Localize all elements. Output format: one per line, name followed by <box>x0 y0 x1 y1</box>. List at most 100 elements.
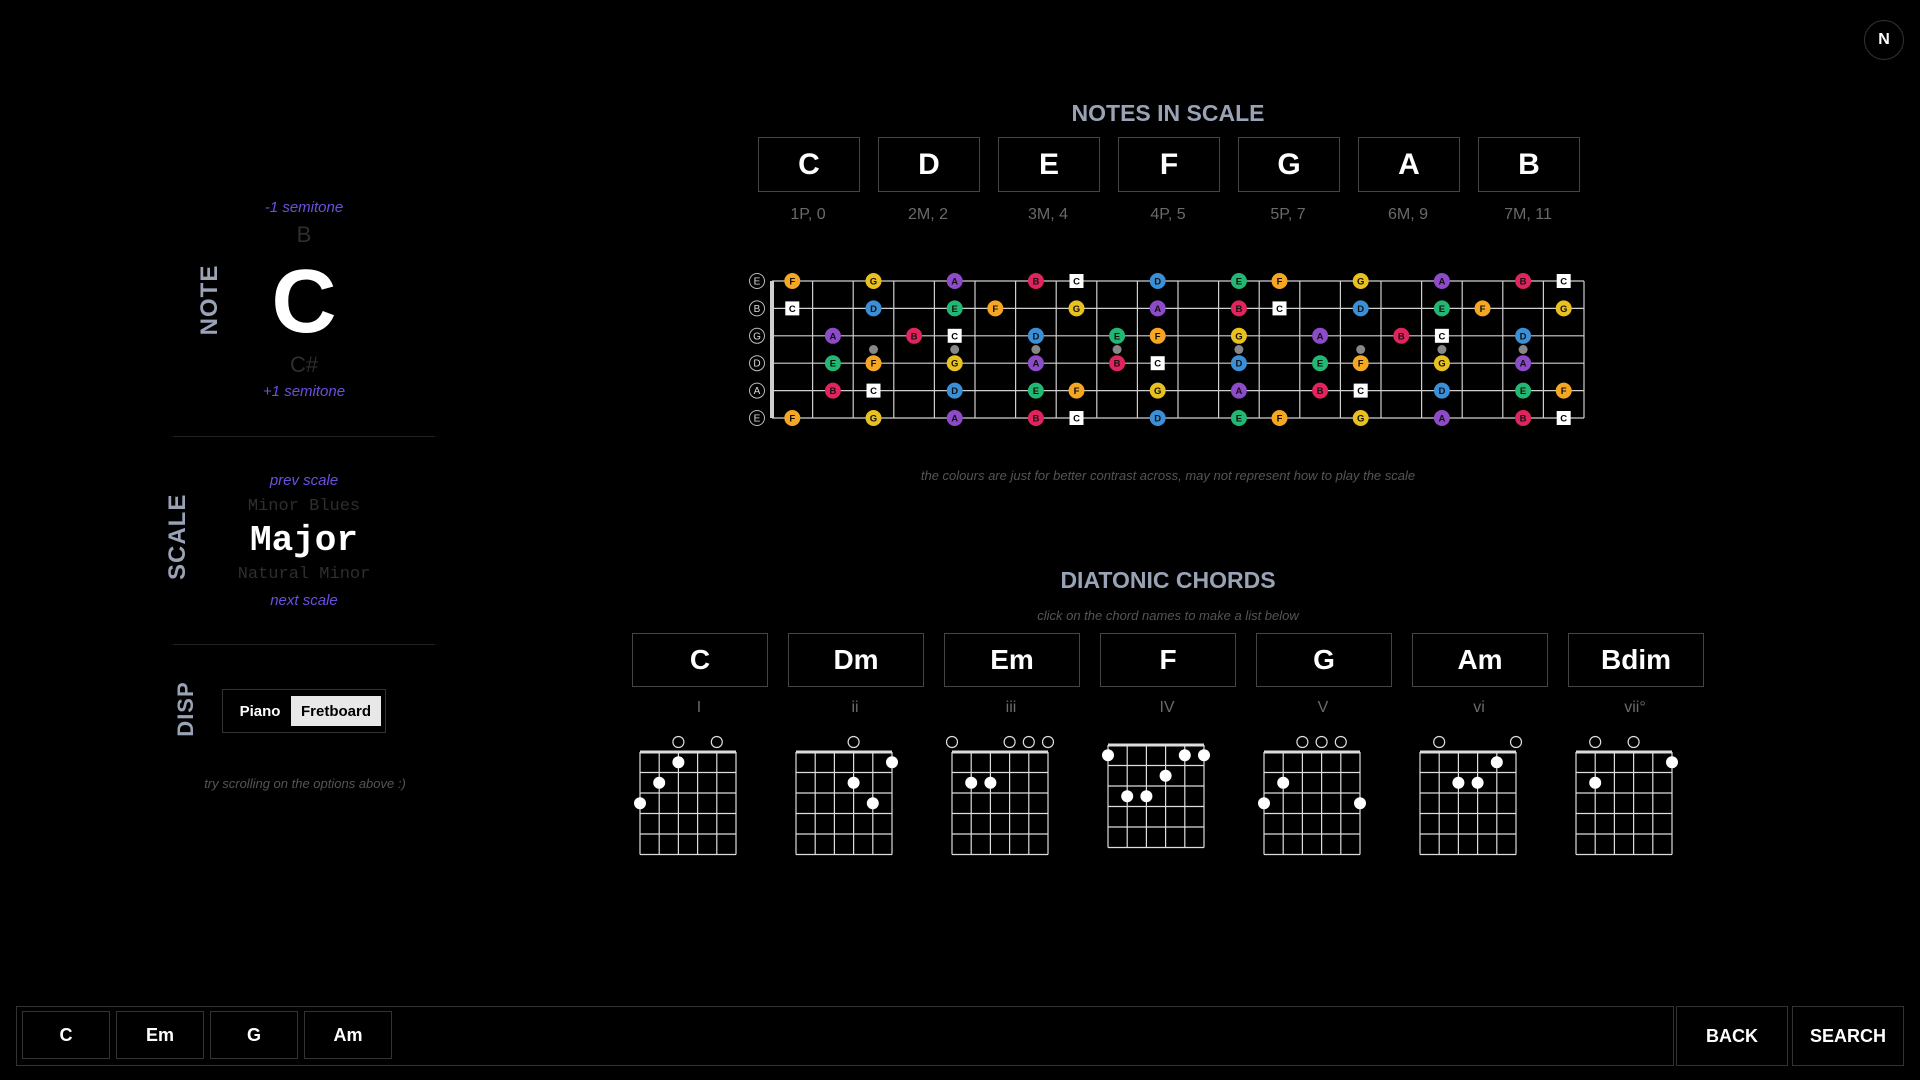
open-string-marker <box>1041 735 1055 749</box>
fretboard-note-label: F <box>871 359 877 370</box>
fretboard-note-label: D <box>1438 386 1445 397</box>
finger-dot <box>653 776 666 789</box>
fretboard-note-label: A <box>1235 386 1242 397</box>
fretboard-note-label: C <box>870 386 877 397</box>
note-prev-value[interactable]: B <box>272 222 336 248</box>
finger-dot <box>1490 756 1503 769</box>
chord-name-button[interactable]: C <box>632 633 768 687</box>
fretboard-note-label: A <box>951 277 958 288</box>
chord-list-item[interactable]: Am <box>304 1011 392 1059</box>
fretboard-note-label: D <box>1520 331 1527 342</box>
scale-current-value[interactable]: Major <box>204 520 404 561</box>
scale-note: C <box>758 137 860 192</box>
open-string-marker <box>1627 735 1640 749</box>
string-name: A <box>754 386 761 397</box>
fretboard-note-label: G <box>1438 359 1445 370</box>
chord-name-button[interactable]: F <box>1100 633 1236 687</box>
chord-list-item[interactable]: Em <box>116 1011 204 1059</box>
fretboard-note-label: C <box>1154 359 1161 370</box>
fretboard-note-label: C <box>1073 414 1080 425</box>
section-divider <box>173 436 435 437</box>
fretboard-note-label: A <box>1154 304 1161 315</box>
fretboard-option[interactable]: Fretboard <box>291 696 381 726</box>
fretboard-note-label: A <box>1520 359 1527 370</box>
chord-name-button[interactable]: Am <box>1412 633 1548 687</box>
scale-note: B <box>1478 137 1580 192</box>
chord-name-button[interactable]: Em <box>944 633 1080 687</box>
fretboard-note-label: F <box>1277 277 1283 288</box>
fret-inlay <box>1031 345 1041 354</box>
fretboard-colour-note: the colours are just for better contrast… <box>920 468 1416 483</box>
finger-dot <box>1277 776 1290 789</box>
scale-note: G <box>1238 137 1340 192</box>
scale-next-hint[interactable]: next scale <box>224 592 384 609</box>
chord-list-item[interactable]: G <box>210 1011 298 1059</box>
user-avatar[interactable]: N <box>1864 20 1904 60</box>
finger-dot <box>984 776 997 789</box>
fretboard-note-label: A <box>1438 414 1445 425</box>
note-interval: 6M, 9 <box>1387 206 1428 223</box>
chord-diagram <box>1258 735 1366 856</box>
finger-dot <box>634 797 646 810</box>
fretboard-note-label: A <box>1032 359 1039 370</box>
fretboard-note-label: C <box>1438 331 1445 342</box>
chord-diagram <box>1102 743 1210 849</box>
search-button[interactable]: SEARCH <box>1792 1006 1904 1066</box>
chord-roman-numeral: vi <box>1473 699 1485 716</box>
chord-diagram <box>1575 735 1678 856</box>
fretboard-note-label: E <box>1439 304 1445 315</box>
fretboard-note-label: E <box>1033 386 1039 397</box>
finger-dot <box>1354 797 1366 810</box>
fret-inlay <box>950 345 960 354</box>
chord-diagram <box>795 735 898 856</box>
open-string-marker <box>847 735 860 749</box>
fretboard-note-label: G <box>1357 277 1364 288</box>
note-next-value[interactable]: C# <box>262 352 346 378</box>
fretboard-note-label: A <box>829 331 836 342</box>
fret-inlay <box>1437 345 1447 354</box>
fretboard-note-label: B <box>1317 386 1324 397</box>
scale-section-label: SCALE <box>164 493 191 580</box>
fretboard-note-label: E <box>1236 277 1242 288</box>
string-name: E <box>754 277 761 288</box>
scale-next-value[interactable]: Natural Minor <box>214 565 394 584</box>
fretboard-note-label: E <box>1317 359 1323 370</box>
note-prev-hint[interactable]: -1 semitone <box>232 199 376 216</box>
chord-name-button[interactable]: Bdim <box>1568 633 1704 687</box>
string-name: E <box>754 414 761 425</box>
notes-in-scale-title: NOTES IN SCALE <box>1071 100 1265 126</box>
fretboard-note-label: F <box>1561 386 1567 397</box>
finger-dot <box>1140 790 1153 803</box>
chord-name-button[interactable]: Dm <box>788 633 924 687</box>
chord-roman-numeral: IV <box>1159 699 1175 716</box>
scale-prev-hint[interactable]: prev scale <box>224 472 384 489</box>
fretboard-note-label: F <box>992 304 998 315</box>
fretboard-note-label: F <box>789 277 795 288</box>
fretboard-note-label: B <box>1235 304 1242 315</box>
note-interval: 5P, 7 <box>1270 206 1306 223</box>
fretboard-note-label: F <box>1358 359 1364 370</box>
fretboard-note-label: E <box>830 359 836 370</box>
finger-dot <box>866 797 879 810</box>
note-interval: 7M, 11 <box>1504 206 1552 223</box>
note-next-hint[interactable]: +1 semitone <box>232 383 376 400</box>
chords-hint: click on the chord names to make a list … <box>1037 608 1299 623</box>
chord-diagram <box>1419 735 1523 856</box>
note-interval: 1P, 0 <box>790 206 826 223</box>
fretboard-note-label: B <box>1398 331 1405 342</box>
section-divider <box>173 644 435 645</box>
open-string-marker <box>945 735 959 749</box>
fretboard-note-label: D <box>1235 359 1242 370</box>
chord-list-item[interactable]: C <box>22 1011 110 1059</box>
finger-dot <box>1452 776 1465 789</box>
open-string-marker <box>672 735 685 749</box>
scale-prev-value[interactable]: Minor Blues <box>214 497 394 516</box>
open-string-marker <box>1022 735 1035 749</box>
open-string-marker <box>1509 735 1523 749</box>
chord-name-button[interactable]: G <box>1256 633 1392 687</box>
note-current-value[interactable]: C <box>244 252 364 352</box>
chord-diagram <box>634 735 737 856</box>
piano-option[interactable]: Piano <box>229 696 291 726</box>
back-button[interactable]: BACK <box>1676 1006 1788 1066</box>
note-interval: 4P, 5 <box>1150 206 1186 223</box>
